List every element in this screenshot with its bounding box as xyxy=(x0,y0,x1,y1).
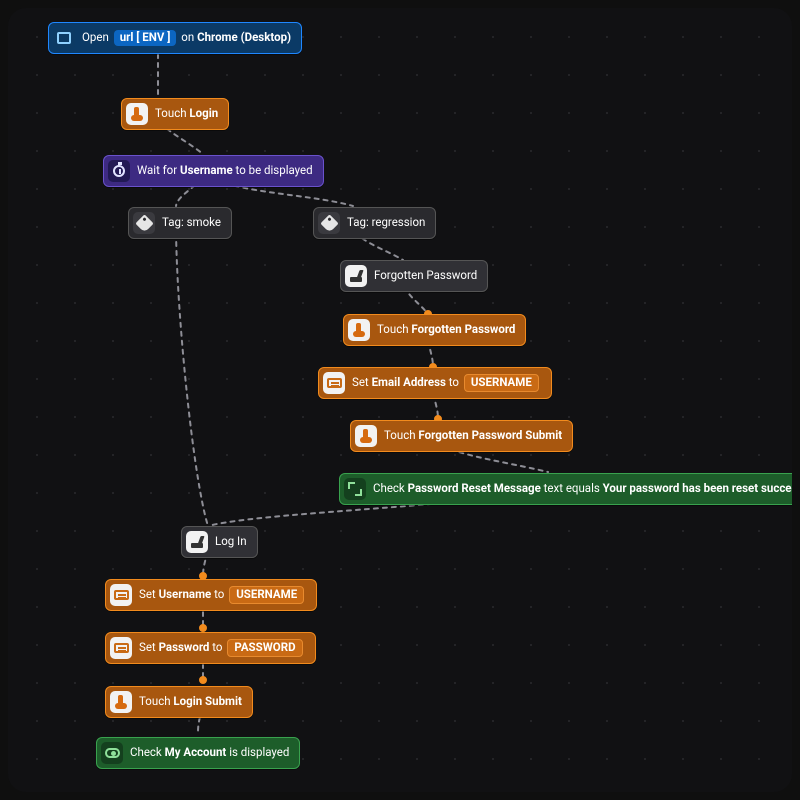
node-label: Touch Forgotten Password xyxy=(377,323,515,337)
node-label: Check My Account is displayed xyxy=(130,746,289,760)
touch-icon xyxy=(126,103,148,125)
node-label: Open url [ ENV ] on Chrome (Desktop) xyxy=(82,30,291,46)
node-login-group[interactable]: Log In xyxy=(181,526,258,558)
node-wait-username[interactable]: Wait for Username to be displayed xyxy=(103,155,324,187)
browser-icon xyxy=(53,27,75,49)
node-label: Tag: regression xyxy=(347,216,425,230)
node-label: Tag: smoke xyxy=(162,216,221,230)
keyboard-icon xyxy=(110,584,132,606)
pencil-icon xyxy=(345,265,367,287)
node-set-username[interactable]: Set Username to USERNAME xyxy=(105,579,317,611)
node-check-my-account[interactable]: Check My Account is displayed xyxy=(96,737,300,769)
node-tag-regression[interactable]: Tag: regression xyxy=(313,207,436,239)
tag-icon xyxy=(318,212,340,234)
node-open-url[interactable]: Open url [ ENV ] on Chrome (Desktop) xyxy=(48,22,302,54)
node-label: Log In xyxy=(215,535,247,549)
node-touch-login-submit[interactable]: Touch Login Submit xyxy=(105,686,253,718)
stopwatch-icon xyxy=(108,160,130,182)
node-check-password-reset[interactable]: Check Password Reset Message text equals… xyxy=(339,473,792,505)
node-label: Forgotten Password xyxy=(374,269,477,283)
pencil-icon xyxy=(186,531,208,553)
node-set-password[interactable]: Set Password to PASSWORD xyxy=(105,632,316,664)
node-touch-login[interactable]: Touch Login xyxy=(121,98,229,130)
keyboard-icon xyxy=(323,372,345,394)
node-set-email[interactable]: Set Email Address to USERNAME xyxy=(318,367,552,399)
node-label: Check Password Reset Message text equals… xyxy=(373,482,792,496)
eye-icon xyxy=(101,742,123,764)
node-label: Set Email Address to USERNAME xyxy=(352,374,541,392)
touch-icon xyxy=(110,691,132,713)
keyboard-icon xyxy=(110,637,132,659)
node-label: Touch Forgotten Password Submit xyxy=(384,429,562,443)
tag-icon xyxy=(133,212,155,234)
scan-icon xyxy=(344,478,366,500)
node-touch-forgot-submit[interactable]: Touch Forgotten Password Submit xyxy=(350,420,573,452)
node-touch-forgotten-password[interactable]: Touch Forgotten Password xyxy=(343,314,526,346)
node-label: Wait for Username to be displayed xyxy=(137,164,313,178)
node-label: Set Username to USERNAME xyxy=(139,586,306,604)
node-label: Set Password to PASSWORD xyxy=(139,639,305,657)
node-label: Touch Login xyxy=(155,107,218,121)
flow-canvas[interactable]: Open url [ ENV ] on Chrome (Desktop) Tou… xyxy=(8,8,792,792)
node-tag-smoke[interactable]: Tag: smoke xyxy=(128,207,232,239)
node-forgotten-password-group[interactable]: Forgotten Password xyxy=(340,260,488,292)
touch-icon xyxy=(355,425,377,447)
touch-icon xyxy=(348,319,370,341)
node-label: Touch Login Submit xyxy=(139,695,242,709)
